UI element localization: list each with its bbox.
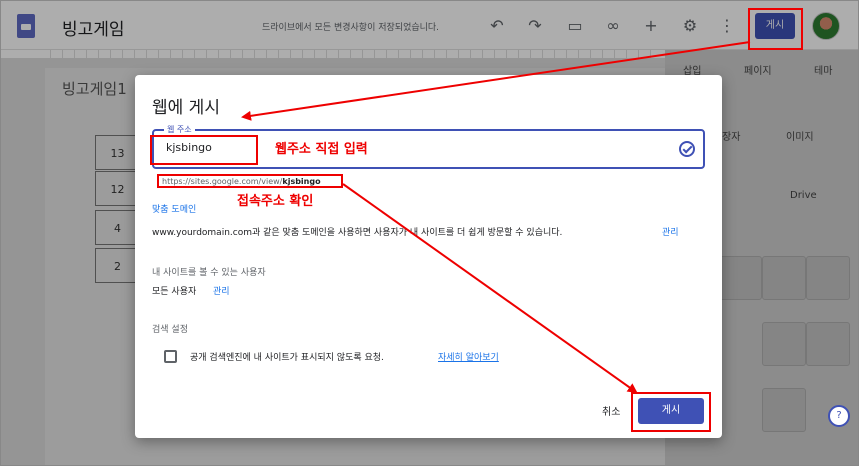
annotation-check-address: 접속주소 확인 bbox=[237, 194, 314, 209]
custom-domain-description: www.yourdomain.com과 같은 맞춤 도메인을 사용하면 사용자가… bbox=[152, 228, 563, 238]
cancel-button[interactable]: 취소 bbox=[602, 403, 620, 418]
learn-more-link[interactable]: 자세히 알아보기 bbox=[438, 350, 499, 363]
annotation-enter-address: 웹주소 직접 입력 bbox=[275, 142, 368, 157]
viewers-label: 내 사이트를 볼 수 있는 사용자 bbox=[152, 268, 266, 278]
viewers-value: 모든 사용자 bbox=[152, 287, 197, 297]
manage-viewers-link[interactable]: 관리 bbox=[213, 284, 230, 297]
manage-domain-link[interactable]: 관리 bbox=[662, 225, 679, 238]
hide-from-search-label: 공개 검색엔진에 내 사이트가 표시되지 않도록 요청. bbox=[190, 353, 384, 363]
url-preview: https://sites.google.com/view/kjsbingo bbox=[162, 177, 321, 186]
publish-button[interactable]: 게시 bbox=[638, 398, 704, 424]
search-settings-label: 검색 설정 bbox=[152, 325, 188, 335]
dialog-title: 웹에 게시 bbox=[152, 98, 220, 118]
hide-from-search-checkbox[interactable] bbox=[164, 350, 177, 363]
check-circle-icon bbox=[679, 141, 695, 157]
web-address-input[interactable] bbox=[166, 141, 626, 154]
web-address-field[interactable]: 웹 주소 bbox=[152, 124, 705, 169]
custom-domain-link[interactable]: 맞춤 도메인 bbox=[152, 202, 196, 215]
publish-dialog: 웹에 게시 웹 주소 https://sites.google.com/view… bbox=[135, 75, 722, 438]
help-icon[interactable]: ? bbox=[828, 405, 850, 427]
web-address-label: 웹 주소 bbox=[164, 124, 195, 135]
